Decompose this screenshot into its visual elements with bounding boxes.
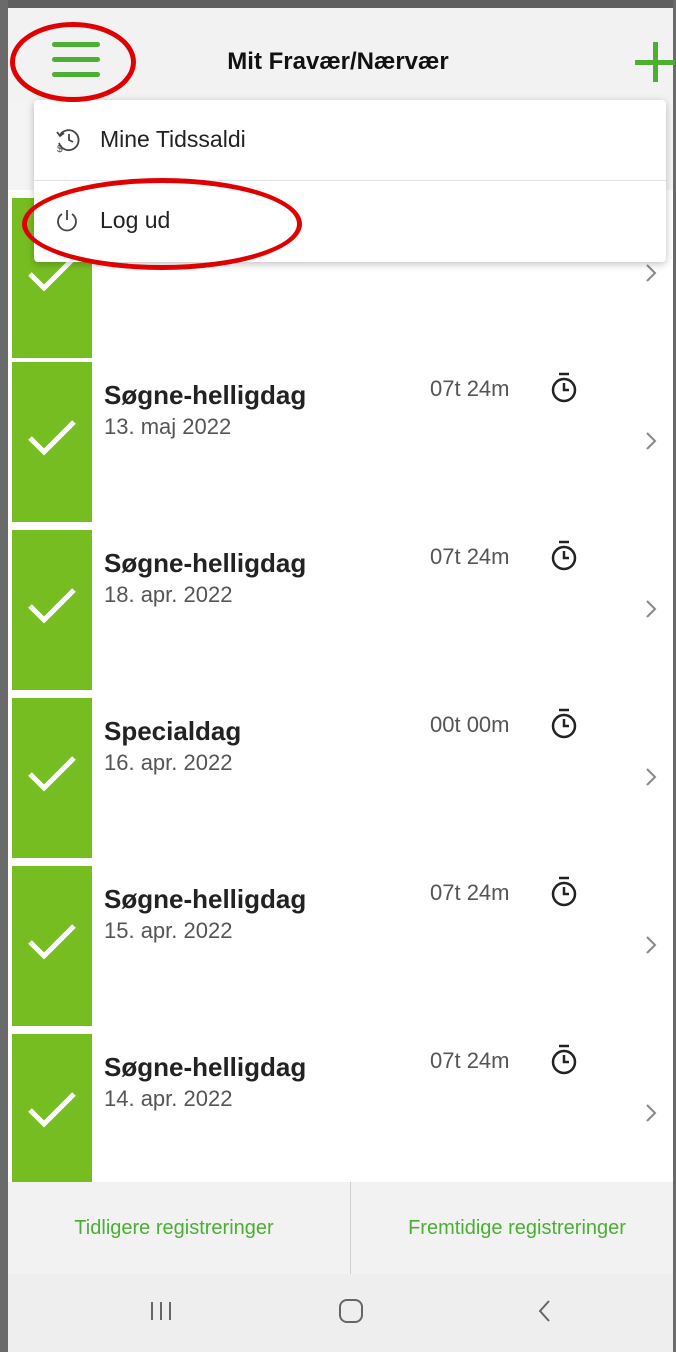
menu-item-label: Mine Tidssaldi (100, 126, 246, 152)
menu-item-label: Log ud (100, 207, 171, 233)
checkmark-icon (28, 1092, 76, 1128)
entry-date: 13. maj 2022 (104, 414, 232, 439)
chevron-right-icon (646, 936, 657, 954)
recent-apps-icon[interactable] (146, 1296, 176, 1326)
footer-tabs: Tidligere registreringer Fremtidige regi… (8, 1182, 673, 1274)
entry-date: 18. apr. 2022 (104, 582, 233, 607)
system-navigation-bar (8, 1274, 673, 1352)
list-item[interactable]: Søgne-helligdag 15. apr. 2022 07t 24m (8, 862, 673, 1031)
checkmark-icon (28, 756, 76, 792)
window-left-border (0, 0, 8, 1352)
stopwatch-icon (551, 876, 577, 907)
entry-date: 14. apr. 2022 (104, 1086, 233, 1111)
page-title: Mit Fravær/Nærvær (227, 48, 449, 75)
entry-duration: 00t 00m (430, 712, 510, 737)
entry-duration: 07t 24m (430, 1048, 510, 1073)
list-item[interactable]: Specialdag 16. apr. 2022 00t 00m (8, 694, 673, 863)
tab-tidligere-registreringer[interactable]: Tidligere registreringer (8, 1182, 340, 1274)
list-item[interactable]: Søgne-helligdag 14. apr. 2022 07t 24m (8, 1030, 673, 1182)
chevron-right-icon (646, 768, 657, 786)
stopwatch-icon (551, 708, 577, 739)
window-top-border (0, 0, 676, 8)
list-item[interactable]: Søgne-helligdag 18. apr. 2022 07t 24m (8, 526, 673, 695)
stopwatch-icon (551, 372, 577, 403)
time-balance-icon: $ (56, 129, 80, 154)
approved-status (12, 362, 92, 522)
list-item[interactable]: Søgne-helligdag 13. maj 2022 07t 24m (8, 358, 673, 527)
entry-duration: 07t 24m (430, 376, 510, 401)
entry-title: Søgne-helligdag (104, 380, 307, 410)
home-icon[interactable] (336, 1296, 366, 1326)
checkmark-icon (28, 420, 76, 456)
tab-fremtidige-registreringer[interactable]: Fremtidige registreringer (351, 1182, 676, 1274)
add-button[interactable] (635, 42, 675, 82)
menu-item-mine-tidssaldi[interactable]: $ Mine Tidssaldi (34, 100, 666, 180)
stopwatch-icon (551, 540, 577, 571)
entry-duration: 07t 24m (430, 544, 510, 569)
hamburger-icon (52, 42, 100, 47)
chevron-right-icon (646, 600, 657, 618)
chevron-right-icon (646, 264, 657, 282)
power-icon (57, 210, 77, 232)
app-header: Mit Fravær/Nærvær (8, 8, 675, 100)
approved-status (12, 698, 92, 858)
entry-title: Søgne-helligdag (104, 884, 307, 914)
entry-duration: 07t 24m (430, 880, 510, 905)
entry-title: Søgne-helligdag (104, 1052, 307, 1082)
checkmark-icon (28, 924, 76, 960)
svg-text:$: $ (57, 144, 63, 154)
entry-date: 15. apr. 2022 (104, 918, 233, 943)
approved-status (12, 866, 92, 1026)
entry-title: Søgne-helligdag (104, 548, 307, 578)
stopwatch-icon (551, 1044, 577, 1075)
approved-status (12, 1034, 92, 1182)
checkmark-icon (28, 588, 76, 624)
chevron-right-icon (646, 1104, 657, 1122)
options-dropdown: $ Mine Tidssaldi Log ud (34, 100, 666, 262)
entry-title: Specialdag (104, 716, 242, 746)
entry-date: 16. apr. 2022 (104, 750, 233, 775)
chevron-right-icon (646, 432, 657, 450)
back-icon[interactable] (530, 1296, 560, 1326)
approved-status (12, 530, 92, 690)
menu-item-log-ud[interactable]: Log ud (34, 181, 666, 261)
